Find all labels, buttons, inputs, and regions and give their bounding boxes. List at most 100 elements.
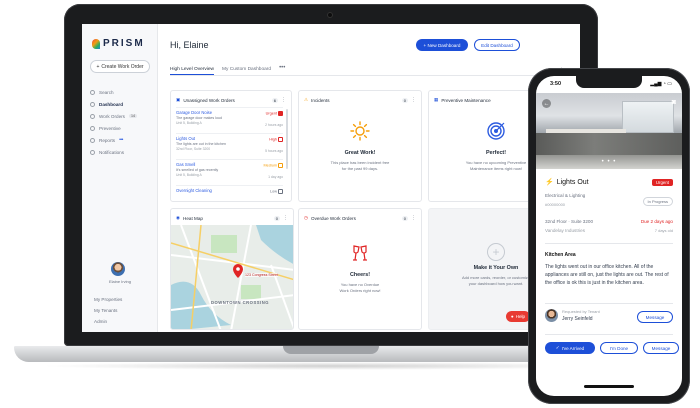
kebab-menu-icon[interactable]: ⋮ [283, 215, 288, 221]
work-order-title: ⚡ Lights Out [545, 178, 589, 187]
sidebar-item-notifications[interactable]: Notifications [90, 146, 154, 158]
lightning-icon: ⚡ [545, 179, 554, 186]
avatar [545, 309, 558, 322]
heat-map-card: ◉ Heat Map 0 ⋮ 123 Congress Street DOWNT… [170, 208, 294, 330]
tabs-more-icon[interactable]: ••• [279, 64, 285, 75]
phone-notch [576, 76, 642, 88]
laptop-screen: PRISM + Create Work Order Search Dashboar… [82, 24, 580, 332]
sidebar-footer-nav: My Properties My Tenants Admin [90, 294, 154, 327]
brand-logo[interactable]: PRISM [92, 38, 145, 49]
status-badge[interactable]: In Progress [642, 197, 673, 206]
edit-dashboard-button[interactable]: Edit Dashboard [474, 39, 520, 51]
camera-icon[interactable]: ◙ [672, 99, 676, 106]
photo-window [622, 101, 674, 133]
create-work-order-button[interactable]: + Create Work Order [90, 60, 150, 73]
avatar[interactable] [111, 262, 125, 276]
status-time: 3:50 [550, 81, 562, 87]
tab-my-custom-dashboard[interactable]: My Custom Dashboard [222, 64, 271, 75]
laptop-notch [283, 346, 379, 354]
count-badge: 6 [271, 97, 278, 103]
card-title: Incidents [311, 97, 330, 103]
sidebar-item-search[interactable]: Search [90, 86, 154, 98]
sidebar-item-reports[interactable]: Reports ••• [90, 134, 154, 146]
webcam [327, 12, 333, 18]
plus-icon: + [96, 63, 100, 70]
work-order-photo[interactable]: ← ◙ • • • [536, 93, 682, 169]
arrived-button[interactable]: ✓ I've Arrived [545, 342, 595, 354]
priority-label: Urgent [266, 111, 283, 116]
work-order-item[interactable]: Lights Out The lights are out in the kitc… [176, 133, 283, 157]
calendar-icon [90, 125, 95, 131]
dashboard-main: Hi, Elaine + New Dashboard Edit Dashboar… [158, 24, 580, 332]
user-name: Elaine Irving [108, 279, 131, 284]
action-bar: ✓ I've Arrived I'm Done Message [545, 342, 679, 354]
map-graphic [171, 225, 293, 329]
work-order-item[interactable]: Overnight Cleaning Low [176, 185, 283, 201]
status-icons: ▂▄▆ ◔ ▭ [650, 81, 672, 87]
count-badge: 0 [401, 97, 408, 103]
cheers-glasses-icon [353, 245, 367, 261]
help-icon: ● [510, 314, 514, 319]
empty-state: Cheers! You have no Overdue Work Orders r… [299, 243, 421, 293]
kebab-menu-icon[interactable]: ⋮ [411, 215, 416, 221]
divider [545, 334, 673, 335]
description-text: The lights went out in our office kitche… [545, 264, 669, 286]
priority-label: Low [270, 189, 283, 194]
priority-label: High [269, 137, 283, 142]
help-button[interactable]: ● Help [506, 311, 530, 322]
category-id: #00000000 [545, 202, 566, 207]
message-button[interactable]: Message [637, 311, 673, 323]
device-mockup: PRISM + Create Work Order Search Dashboar… [0, 0, 700, 408]
unassigned-work-orders-card: ▣ Unassigned Work Orders 6 ⋮ Garage Door No… [170, 90, 292, 202]
sidebar-item-admin[interactable]: Admin [90, 316, 154, 327]
bell-icon [90, 149, 95, 155]
more-icon[interactable]: ••• [119, 137, 123, 143]
sidebar-item-my-properties[interactable]: My Properties [90, 294, 154, 305]
sidebar-item-work-orders[interactable]: Work Orders 14 [90, 110, 154, 122]
done-button[interactable]: I'm Done [600, 342, 638, 354]
check-icon: ✓ [555, 345, 560, 350]
calendar-icon: ▦ [434, 97, 439, 102]
kebab-menu-icon[interactable]: ⋮ [281, 97, 286, 103]
back-arrow-icon[interactable]: ← [542, 99, 551, 108]
new-dashboard-button[interactable]: + New Dashboard [416, 39, 468, 51]
card-title: Preventive Maintenance [441, 97, 491, 103]
tab-high-level-overview[interactable]: High Level Overview [170, 64, 214, 75]
map-pin-icon: ◉ [176, 215, 181, 220]
message-action-button[interactable]: Message [643, 342, 679, 354]
scrollbar[interactable] [286, 109, 288, 169]
photo-cabinets [536, 133, 682, 155]
phone-device: 3:50 ▂▄▆ ◔ ▭ ← ◙ • • • ⚡ Lights Out Urgen… [528, 68, 690, 404]
work-order-item[interactable]: Gas Smell It's smelled of gas recently Uni… [176, 159, 283, 183]
due-label: Due 2 days ago [640, 219, 673, 224]
empty-state: Great Work! This place has been incident… [299, 121, 421, 171]
map-view[interactable]: 123 Congress Street DOWNTOWN CROSSING [171, 225, 293, 329]
target-icon [487, 122, 505, 140]
dashboard-tabs: High Level Overview My Custom Dashboard … [170, 64, 568, 76]
overdue-work-orders-card: ◷ Overdue Work Orders 0 ⋮ Cheers! You have … [298, 208, 422, 330]
sidebar-item-preventive[interactable]: Preventive [90, 122, 154, 134]
kebab-menu-icon[interactable]: ⋮ [411, 97, 416, 103]
sun-icon [350, 121, 370, 141]
carousel-dots[interactable]: • • • [536, 159, 682, 165]
organization-label: Vandelay Industries [545, 228, 586, 233]
phone-screen: 3:50 ▂▄▆ ◔ ▭ ← ◙ • • • ⚡ Lights Out Urgen… [536, 76, 682, 396]
priority-badge: Urgent [651, 179, 673, 186]
age-label: 7 days old [654, 228, 673, 233]
plus-icon[interactable]: + [487, 243, 505, 261]
sidebar-item-dashboard[interactable]: Dashboard [90, 98, 154, 110]
clipboard-icon: ▣ [176, 97, 181, 102]
card-title: Unassigned Work Orders [183, 97, 235, 103]
wrench-icon [90, 113, 95, 119]
chart-icon [90, 137, 95, 143]
sidebar-nav: Search Dashboard Work Orders 14 Preventiv… [90, 86, 154, 158]
sidebar-item-my-tenants[interactable]: My Tenants [90, 305, 154, 316]
search-icon [90, 89, 95, 95]
divider [545, 243, 673, 244]
page-title: Hi, Elaine [170, 40, 209, 50]
clock-icon: ◷ [304, 215, 309, 220]
map-district-label: DOWNTOWN CROSSING [211, 300, 269, 305]
location-label: 32nd Floor · Suite 3200 [545, 219, 594, 224]
card-title: Heat Map [183, 215, 203, 221]
work-order-item[interactable]: Garage Door Noise The garage door makes l… [176, 107, 283, 131]
